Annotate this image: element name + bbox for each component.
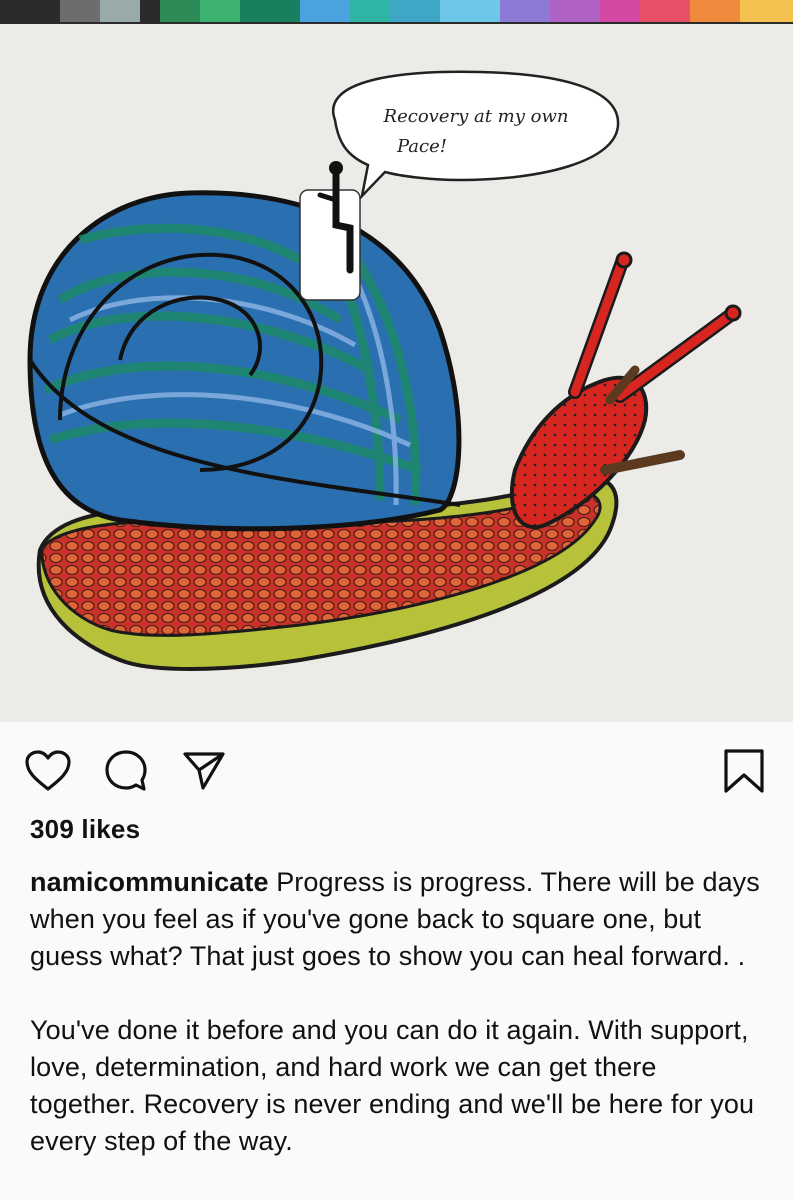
username-link[interactable]: namicommunicate — [30, 867, 269, 897]
caption-paragraph-2: You've done it before and you can do it … — [30, 1015, 755, 1156]
comment-button[interactable] — [100, 745, 152, 797]
colored-pencils — [0, 0, 793, 24]
save-button[interactable] — [718, 745, 770, 797]
speech-bubble-line1: Recovery at my own — [383, 106, 569, 127]
caption-paragraph-1: namicommunicate Progress is progress. Th… — [30, 864, 770, 975]
snail-shell — [27, 190, 462, 532]
speech-bubble-line2: Pace! — [396, 136, 447, 157]
share-button[interactable] — [178, 745, 230, 797]
sitting-figure — [299, 161, 361, 301]
comment-icon — [105, 750, 147, 791]
paper-plane-icon — [183, 752, 225, 790]
like-button[interactable] — [22, 745, 74, 797]
bookmark-icon — [724, 749, 764, 793]
heart-icon — [25, 750, 71, 791]
post-caption: namicommunicate Progress is progress. Th… — [30, 864, 770, 1160]
post-image[interactable]: Recovery at my own Pace! — [0, 0, 793, 722]
snail-illustration: Recovery at my own Pace! — [0, 0, 793, 671]
speech-bubble: Recovery at my own Pace! — [331, 70, 620, 200]
likes-count[interactable]: 309 likes — [30, 814, 140, 845]
